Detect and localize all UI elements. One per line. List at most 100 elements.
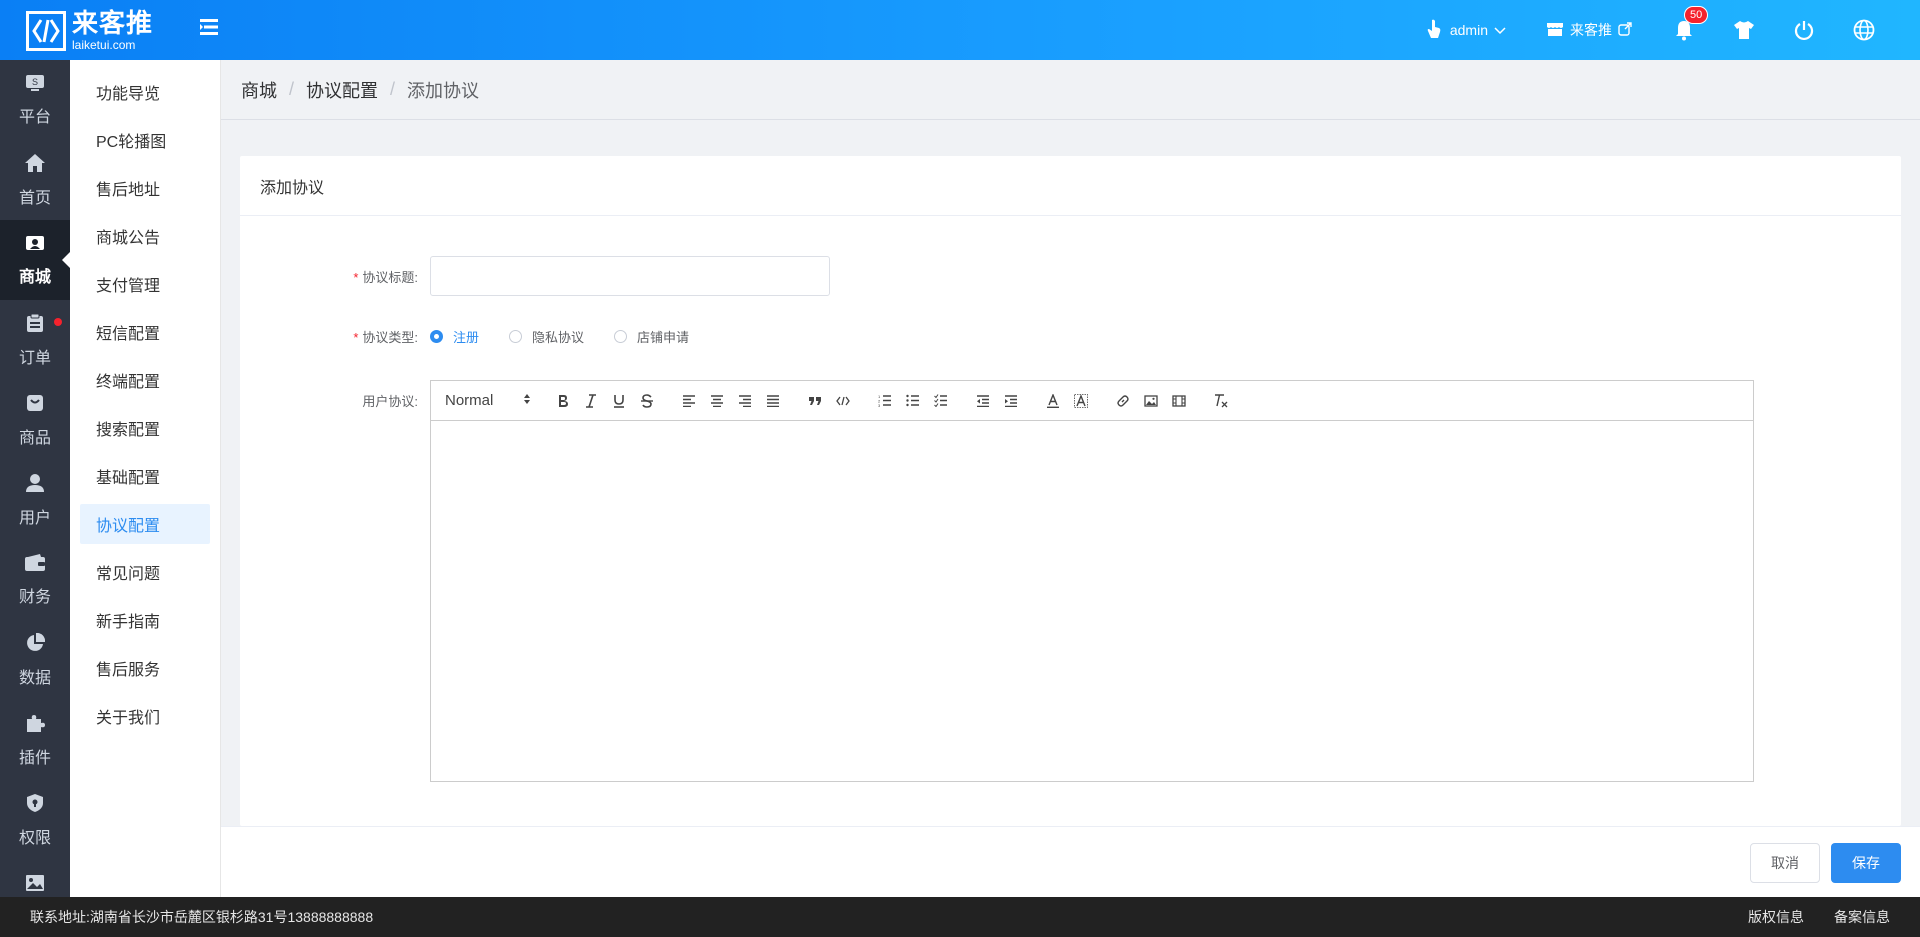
breadcrumb: 商城 / 协议配置 / 添加协议 xyxy=(221,60,1920,120)
order-icon xyxy=(26,313,44,338)
language-globe-icon[interactable] xyxy=(1852,18,1876,42)
background-color-icon[interactable] xyxy=(1067,389,1095,413)
italic-icon[interactable] xyxy=(577,389,605,413)
rail-item-data[interactable]: 数据 xyxy=(0,620,70,700)
agreement-title-input[interactable] xyxy=(430,256,830,296)
submenu-item-agreement[interactable]: 协议配置 xyxy=(80,504,210,544)
indent-icon[interactable] xyxy=(997,389,1025,413)
breadcrumb-agreement-config[interactable]: 协议配置 xyxy=(306,77,378,103)
align-right-icon[interactable] xyxy=(731,389,759,413)
rail-item-label: 商品 xyxy=(18,429,51,447)
rail-item-label: 平台 xyxy=(18,108,51,126)
submenu-item-basic[interactable]: 基础配置 xyxy=(80,456,210,496)
outdent-icon[interactable] xyxy=(969,389,997,413)
submenu-item-aftersale-service[interactable]: 售后服务 xyxy=(80,648,210,688)
logo[interactable]: 来客推 laiketui.com xyxy=(26,10,153,51)
title-label: * 协议标题: xyxy=(353,269,418,285)
footer-copyright-link[interactable]: 版权信息 xyxy=(1748,907,1804,927)
rail-item-mall[interactable]: 商城 xyxy=(0,220,70,300)
product-icon xyxy=(25,393,45,418)
align-justify-icon[interactable] xyxy=(759,389,787,413)
notification-badge: 50 xyxy=(1684,6,1709,24)
rail-item-plugin[interactable]: 插件 xyxy=(0,700,70,780)
submenu-item-about[interactable]: 关于我们 xyxy=(80,696,210,736)
updown-arrow-icon xyxy=(523,392,531,409)
rail-item-product[interactable]: 商品 xyxy=(0,380,70,460)
shop-link[interactable]: 来客推 xyxy=(1546,20,1632,40)
footer-icp-link[interactable]: 备案信息 xyxy=(1834,907,1890,927)
svg-text:S: S xyxy=(32,77,38,87)
rail-item-platform[interactable]: S 平台 xyxy=(0,60,70,140)
submenu-item-aftersale-address[interactable]: 售后地址 xyxy=(80,168,210,208)
image-icon xyxy=(25,874,45,897)
rail-item-label: 权限 xyxy=(18,829,51,847)
format-select[interactable]: Normal xyxy=(445,392,531,409)
logout-power-icon[interactable] xyxy=(1792,18,1816,42)
user-avatar-icon xyxy=(1426,19,1442,42)
site-footer: 联系地址:湖南省长沙市岳麓区银杉路31号13888888888 版权信息 备案信… xyxy=(0,897,1920,937)
form-action-bar: 取消 保存 xyxy=(221,826,1920,897)
bullet-list-icon[interactable] xyxy=(899,389,927,413)
submenu-item-search[interactable]: 搜索配置 xyxy=(80,408,210,448)
order-alert-dot xyxy=(54,318,62,326)
rail-item-home[interactable]: 首页 xyxy=(0,140,70,220)
image-insert-icon[interactable] xyxy=(1137,389,1165,413)
type-field-row: * 协议类型: 注册 隐私协议 店铺申请 xyxy=(262,327,719,346)
editor-toolbar: Normal 123 xyxy=(431,381,1753,421)
main-nav-rail: S 平台 首页 商城 订单 商品 用户 财务 数据 插件 权限 xyxy=(0,60,70,897)
clear-format-icon[interactable] xyxy=(1207,389,1235,413)
bold-icon[interactable] xyxy=(549,389,577,413)
rail-item-order[interactable]: 订单 xyxy=(0,300,70,380)
rail-item-media[interactable] xyxy=(0,860,70,897)
footer-address: 联系地址:湖南省长沙市岳麓区银杉路31号13888888888 xyxy=(30,909,374,925)
submenu-item-newbie-guide[interactable]: 新手指南 xyxy=(80,600,210,640)
strikethrough-icon[interactable] xyxy=(633,389,661,413)
checklist-icon[interactable] xyxy=(927,389,955,413)
menu-toggle-icon[interactable] xyxy=(198,16,220,38)
notification-bell-icon[interactable]: 50 xyxy=(1672,6,1709,42)
top-header: 来客推 laiketui.com admin 来客推 50 xyxy=(0,0,1920,60)
submenu-item-sms[interactable]: 短信配置 xyxy=(80,312,210,352)
rail-item-label: 数据 xyxy=(18,669,51,687)
type-radio-privacy[interactable]: 隐私协议 xyxy=(509,327,584,346)
content-label: 用户协议: xyxy=(362,394,418,409)
breadcrumb-mall[interactable]: 商城 xyxy=(241,77,277,103)
underline-icon[interactable] xyxy=(605,389,633,413)
svg-text:3: 3 xyxy=(878,403,881,407)
card-title: 添加协议 xyxy=(240,156,1901,216)
save-button[interactable]: 保存 xyxy=(1831,843,1901,883)
rail-item-permission[interactable]: 权限 xyxy=(0,780,70,860)
editor-content-area[interactable] xyxy=(431,421,1753,781)
rail-item-finance[interactable]: 财务 xyxy=(0,540,70,620)
chart-icon xyxy=(25,632,46,658)
video-insert-icon[interactable] xyxy=(1165,389,1193,413)
submenu-item-pc-banner[interactable]: PC轮播图 xyxy=(80,120,210,160)
link-icon[interactable] xyxy=(1109,389,1137,413)
align-center-icon[interactable] xyxy=(703,389,731,413)
submenu-item-guide[interactable]: 功能导览 xyxy=(80,72,210,112)
submenu-item-terminal[interactable]: 终端配置 xyxy=(80,360,210,400)
cancel-button[interactable]: 取消 xyxy=(1750,843,1820,883)
user-icon xyxy=(25,473,45,498)
align-left-icon[interactable] xyxy=(675,389,703,413)
rail-item-label: 订单 xyxy=(18,349,51,367)
submenu-item-payment[interactable]: 支付管理 xyxy=(80,264,210,304)
blockquote-icon[interactable] xyxy=(801,389,829,413)
submenu-item-faq[interactable]: 常见问题 xyxy=(80,552,210,592)
font-color-icon[interactable] xyxy=(1039,389,1067,413)
ordered-list-icon[interactable]: 123 xyxy=(871,389,899,413)
chevron-down-icon xyxy=(1494,22,1506,38)
theme-shirt-icon[interactable] xyxy=(1732,18,1756,42)
user-menu[interactable]: admin xyxy=(1426,19,1506,42)
radio-circle-icon xyxy=(614,330,628,343)
type-radio-store-apply[interactable]: 店铺申请 xyxy=(614,327,689,346)
rail-item-label: 用户 xyxy=(18,509,51,527)
code-block-icon[interactable] xyxy=(829,389,857,413)
rail-item-user[interactable]: 用户 xyxy=(0,460,70,540)
mall-icon xyxy=(25,234,45,257)
external-link-icon xyxy=(1618,21,1632,39)
type-radio-register[interactable]: 注册 xyxy=(430,327,479,346)
content-label-row: 用户协议: xyxy=(262,391,430,410)
submenu-item-announcement[interactable]: 商城公告 xyxy=(80,216,210,256)
add-agreement-card: 添加协议 * 协议标题: * 协议类型: 注册 隐私协议 店铺申请 用户协议: No… xyxy=(240,156,1901,826)
